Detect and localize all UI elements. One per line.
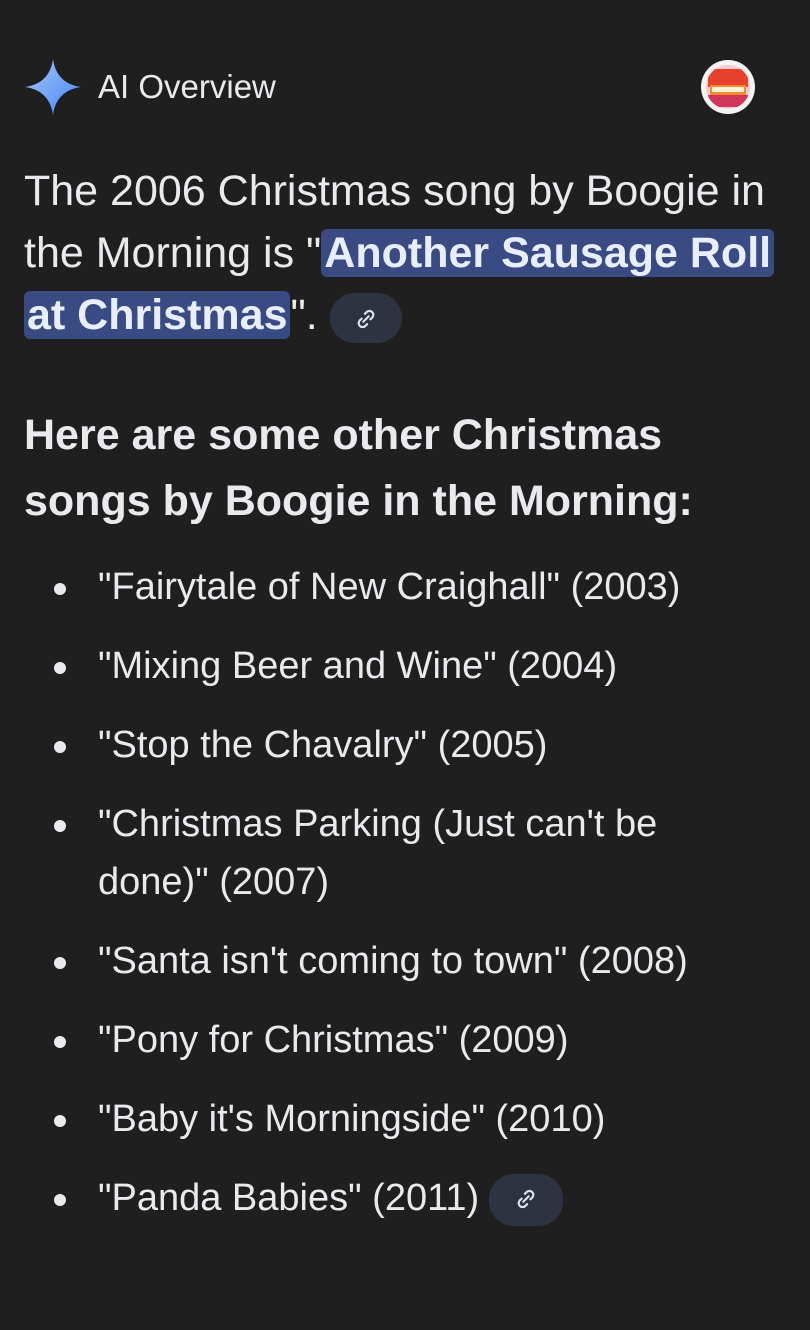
gemini-spark-icon [24, 58, 82, 116]
list-item: "Santa isn't coming to town" (2008) [0, 932, 810, 990]
source-link-button[interactable] [489, 1171, 564, 1229]
song-title: "Fairytale of New Craighall" (2003) [98, 566, 681, 608]
song-title: "Mixing Beer and Wine" (2004) [98, 645, 618, 687]
list-item: "Mixing Beer and Wine" (2004) [0, 637, 810, 695]
songs-subheading: Here are some other Christmas songs by B… [24, 411, 693, 525]
answer-line-1: The 2006 Christmas song by Boogie in [24, 167, 765, 215]
list-item: "Stop the Chavalry" (2005) [0, 716, 810, 774]
song-title: "Baby it's Morningside" (2010) [98, 1098, 606, 1140]
song-title: "Panda Babies" (2011) [98, 1177, 480, 1219]
link-icon [513, 1171, 539, 1229]
highlighted-answer-continued: at Christmas [24, 291, 291, 339]
answer-text: the Morning is " [24, 229, 322, 277]
answer-line-2: the Morning is "Another Sausage Roll [24, 222, 810, 284]
list-item: "Baby it's Morningside" (2010) [0, 1090, 810, 1148]
song-title: "Stop the Chavalry" (2005) [98, 724, 548, 766]
source-avatar[interactable] [701, 60, 755, 114]
song-title: "Santa isn't coming to town" (2008) [98, 940, 688, 982]
song-title: "Pony for Christmas" (2009) [98, 1019, 569, 1061]
answer-paragraph: The 2006 Christmas song by Boogie in the… [24, 160, 810, 346]
list-item: "Christmas Parking (Just can't be done)"… [0, 795, 810, 911]
list-item: "Panda Babies" (2011) [0, 1169, 810, 1227]
list-item: "Pony for Christmas" (2009) [0, 1011, 810, 1069]
ai-overview-title: AI Overview [98, 68, 276, 105]
list-item: "Fairytale of New Craighall" (2003) [0, 558, 810, 616]
songs-list: "Fairytale of New Craighall" (2003) "Mix… [0, 558, 810, 1248]
link-icon [353, 287, 379, 346]
source-link-button[interactable] [329, 292, 402, 343]
avatar-image [706, 65, 750, 109]
ai-overview-header: AI Overview [24, 56, 276, 118]
answer-text-end: ". [290, 291, 318, 339]
highlighted-answer: Another Sausage Roll [321, 229, 775, 277]
song-title: "Christmas Parking (Just can't be done)"… [98, 803, 658, 903]
answer-line-3: at Christmas". [24, 284, 810, 346]
